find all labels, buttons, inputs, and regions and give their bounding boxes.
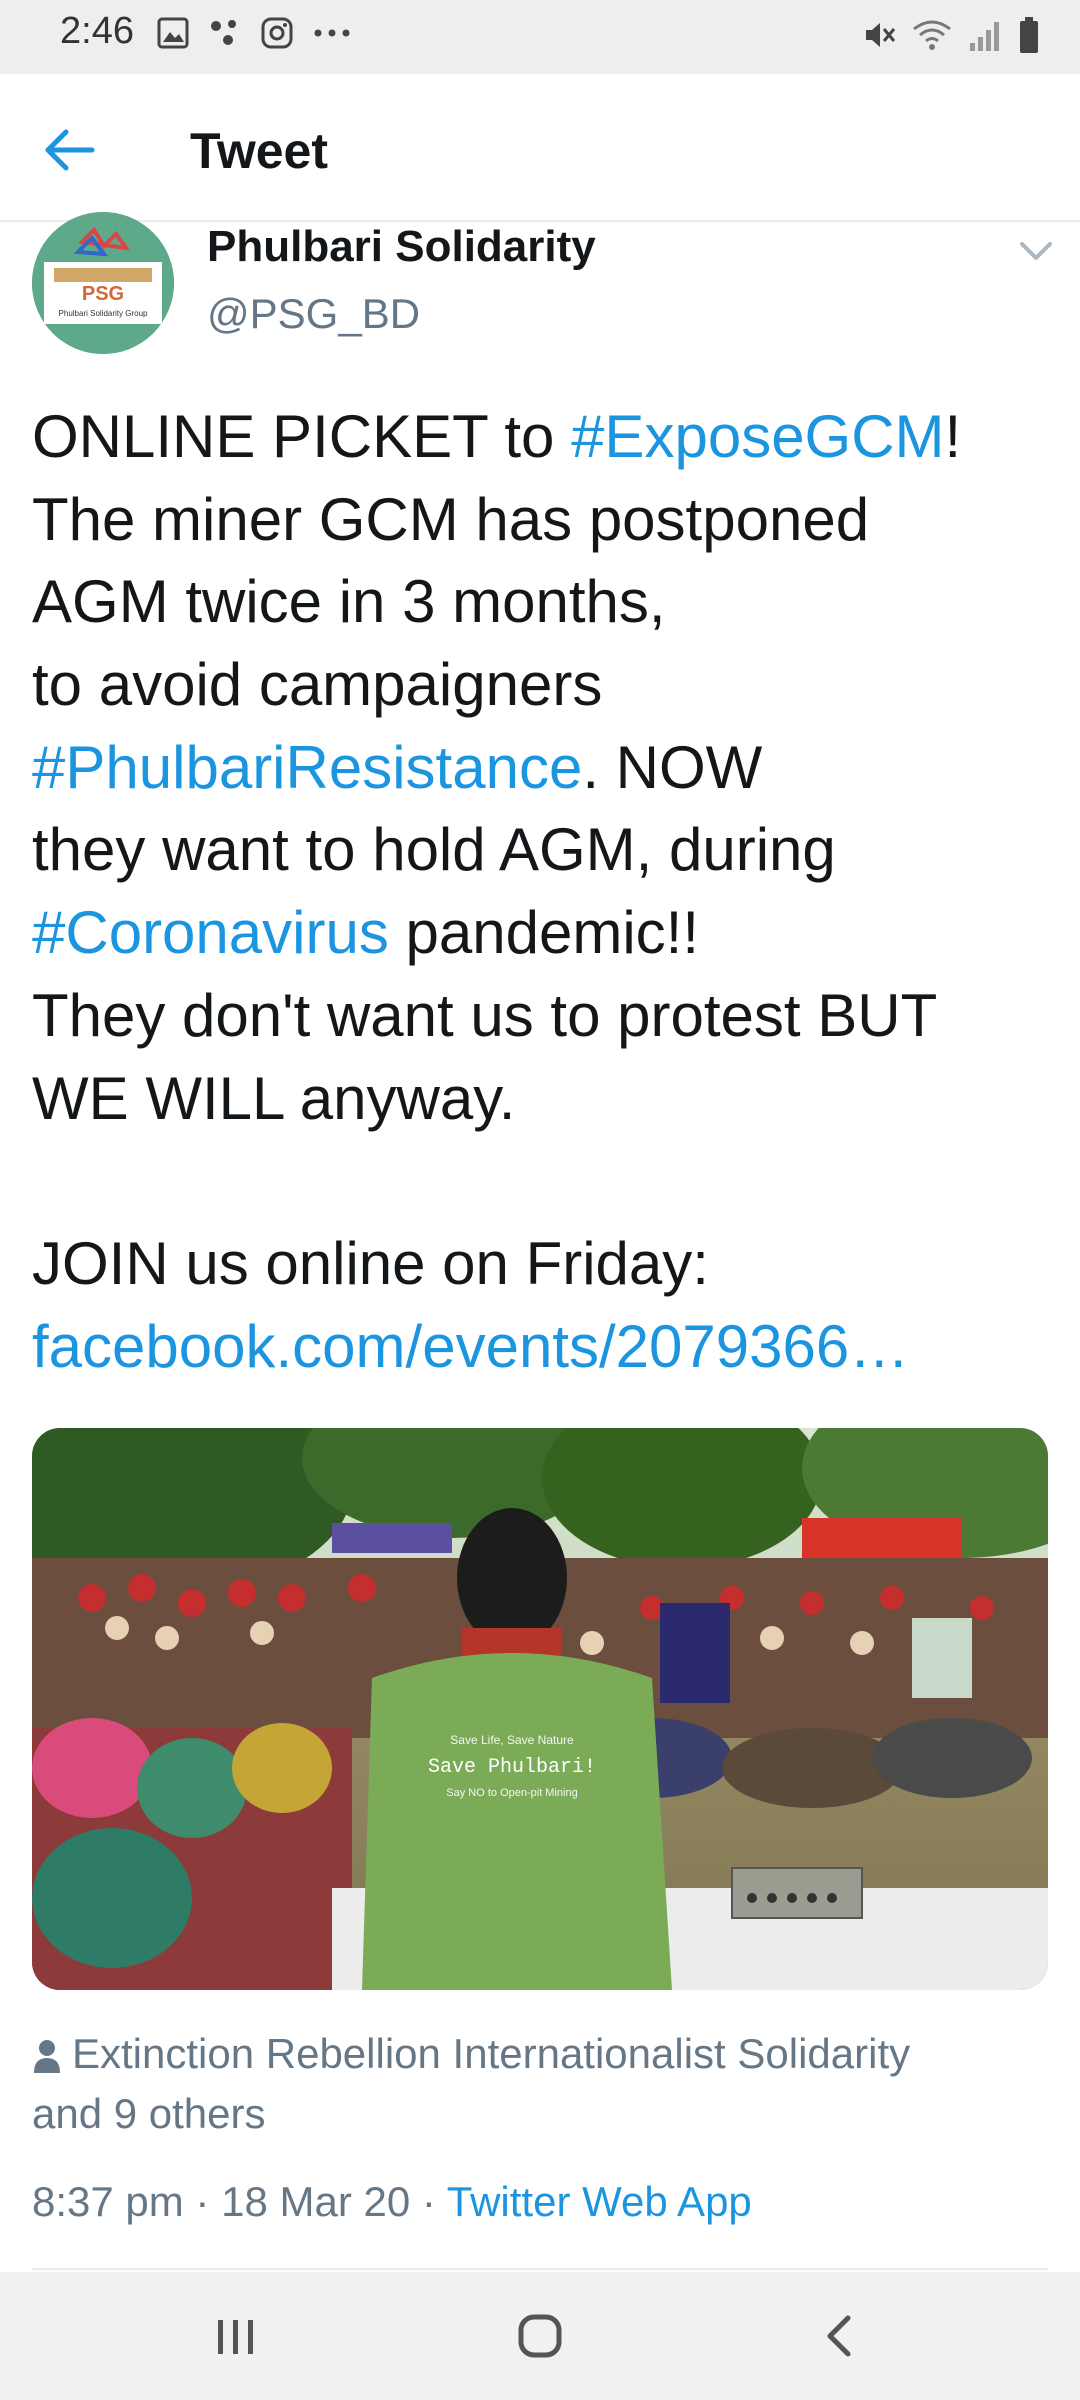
recent-apps-button[interactable] [196, 2306, 276, 2366]
tweet-text-segment: ! [944, 403, 962, 470]
liked-by-context[interactable]: Extinction Rebellion Internationalist So… [32, 2024, 1052, 2144]
tweet-line: WE WILL anyway. [32, 1064, 516, 1132]
system-icons [860, 16, 1040, 54]
svg-text:Phulbari Solidarity Group: Phulbari Solidarity Group [59, 309, 148, 318]
header-title: Tweet [190, 123, 328, 179]
tweet-line: to avoid campaigners [32, 651, 603, 719]
instagram-icon [261, 17, 293, 49]
tweet-text: ONLINE PICKET to #ExposeGCM! The miner G… [32, 396, 1062, 1388]
divider [32, 2268, 1048, 2270]
tweet-line: AGM twice in 3 months, [32, 568, 666, 636]
back-icon [827, 2315, 851, 2357]
home-button[interactable] [500, 2306, 580, 2366]
tweet-line: JOIN us online on Friday: [32, 1229, 709, 1297]
back-button[interactable] [40, 122, 110, 178]
tweet-line: They don't want us to protest BUT [32, 981, 938, 1049]
avatar[interactable]: PSG Phulbari Solidarity Group [32, 212, 174, 354]
signal-icon [970, 22, 999, 51]
battery-icon [1020, 17, 1038, 53]
tweet-photo[interactable]: Save Life, Save Nature Save Phulbari! Sa… [32, 1428, 1048, 1990]
tweet-text-segment: pandemic!! [388, 899, 700, 967]
shirt-text-2: Save Phulbari! [428, 1756, 596, 1779]
tweet-line: facebook.com/events/2079366… [32, 1306, 1062, 1389]
tweet-text-segment: . NOW [582, 733, 763, 801]
svg-text:PSG: PSG [82, 283, 124, 305]
status-time: 2:46 [60, 10, 134, 52]
social-context-line1: Extinction Rebellion Internationalist So… [72, 2030, 911, 2077]
hashtag-link[interactable]: #PhulbariResistance [32, 734, 582, 801]
shirt-text-3: Say NO to Open-pit Mining [446, 1787, 577, 1799]
home-icon [518, 2314, 562, 2358]
tweet-options-button[interactable] [1016, 236, 1056, 266]
author-handle[interactable]: @PSG_BD [207, 290, 420, 338]
notification-icons [156, 16, 352, 50]
arrow-left-icon [45, 129, 95, 171]
gallery-icon [157, 17, 189, 49]
system-nav-bar [0, 2272, 1080, 2400]
protest-photo: Save Life, Save Nature Save Phulbari! Sa… [32, 1428, 1048, 1990]
more-dots-icon [314, 29, 350, 37]
tweet-line: ONLINE PICKET to #ExposeGCM! [32, 396, 1062, 479]
author-display-name[interactable]: Phulbari Solidarity [207, 222, 596, 272]
nav-back-button[interactable] [800, 2306, 880, 2366]
chevron-down-icon [1020, 242, 1052, 260]
recent-apps-icon [218, 2320, 253, 2354]
tweet-timestamp: 8:37 pm · 18 Mar 20 · [32, 2178, 447, 2225]
hashtag-link[interactable]: #ExposeGCM [571, 403, 944, 470]
hashtag-link[interactable]: #Coronavirus [32, 899, 389, 966]
connect-dots-icon [211, 20, 236, 45]
shirt-text-1: Save Life, Save Nature [450, 1733, 574, 1747]
app-header: Tweet [0, 74, 1080, 222]
tweet-line: The miner GCM has postponed [32, 485, 870, 553]
tweet-detail-screen: 2:46 Tweet PSG Phulbari Solidarity Group… [0, 0, 1080, 2400]
tweet-line: #PhulbariResistance. NOW [32, 727, 1062, 810]
mute-icon [866, 23, 896, 47]
tweet-text-segment: ONLINE PICKET to [32, 403, 572, 470]
wifi-icon [913, 20, 951, 50]
tweet-source-link[interactable]: Twitter Web App [447, 2178, 752, 2225]
tweet-line: #Coronavirus pandemic!! [32, 892, 1062, 975]
status-bar: 2:46 [0, 0, 1080, 74]
external-link[interactable]: facebook.com/events/2079366… [32, 1313, 909, 1380]
tweet-meta: 8:37 pm · 18 Mar 20 · Twitter Web App [32, 2178, 752, 2226]
person-icon [34, 2039, 60, 2073]
psg-logo-icon: PSG Phulbari Solidarity Group [32, 212, 174, 354]
social-context-line2: and 9 others [32, 2090, 266, 2137]
tweet-line: they want to hold AGM, during [32, 816, 836, 884]
